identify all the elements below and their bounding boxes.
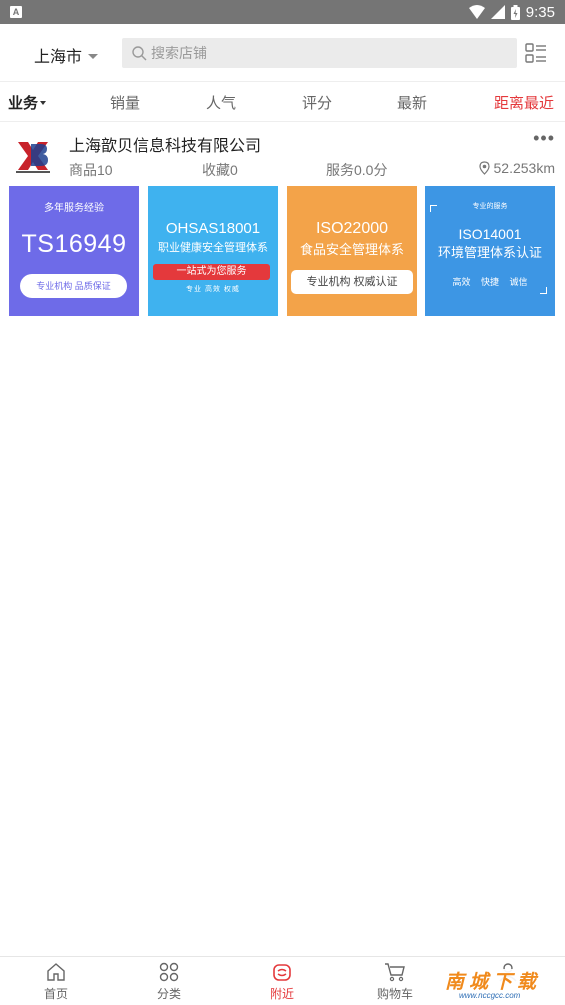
banner-title: TS16949 <box>21 230 127 258</box>
nav-label: 分类 <box>156 987 181 1001</box>
home-icon <box>47 963 65 981</box>
watermark-title: 南城下载 <box>445 972 542 993</box>
status-bar: A 9:35 <box>0 0 565 24</box>
clock: 9:35 <box>525 3 555 21</box>
sort-tab-sales[interactable]: 销量 <box>110 92 140 113</box>
nav-nearby[interactable]: 附近 <box>252 961 312 1002</box>
shop-name[interactable]: 上海歆贝信息科技有限公司 <box>69 132 261 156</box>
wifi-icon <box>468 5 485 19</box>
more-options-icon[interactable]: ••• <box>533 128 555 149</box>
banner-subtitle: 职业健康安全管理体系 <box>158 242 268 254</box>
city-selector[interactable]: 上海市 <box>34 43 99 67</box>
corner-decoration <box>540 287 547 294</box>
search-input[interactable]: 搜索店铺 <box>122 38 517 68</box>
nav-label: 购物车 <box>376 987 413 1001</box>
location-pin-icon <box>478 161 490 175</box>
banner-pill: 专业机构 权威认证 <box>291 270 413 294</box>
banner-keywords: 高效 快捷 诚信 <box>452 277 528 287</box>
favorites-count: 收藏0 <box>202 162 238 178</box>
distance: 52.253km <box>478 160 555 176</box>
shop-card[interactable]: 上海歆贝信息科技有限公司 ••• 商品10 收藏0 服务0.0分 52.253k… <box>0 122 565 322</box>
sort-tab-rating[interactable]: 评分 <box>302 92 332 113</box>
sort-tab-popularity[interactable]: 人气 <box>206 92 236 113</box>
battery-icon <box>510 4 520 20</box>
watermark: 南城下载 www.nccgcc.com <box>443 969 561 1003</box>
cart-icon <box>385 963 405 982</box>
nav-category[interactable]: 分类 <box>139 961 199 1002</box>
banner-title: ISO22000 <box>315 220 389 237</box>
search-icon <box>132 45 147 60</box>
banner-iso22000[interactable]: ISO22000 食品安全管理体系 专业机构 权威认证 <box>287 186 417 316</box>
banner-keywords: 专业 高效 权威 <box>186 286 240 293</box>
banner-tagline: 多年服务经验 <box>44 203 104 214</box>
chevron-down-icon <box>40 100 47 105</box>
banner-ohsas18001[interactable]: OHSAS18001 职业健康安全管理体系 一站式为您服务 专业 高效 权威 <box>148 186 278 316</box>
nav-label: 首页 <box>43 987 68 1001</box>
sort-tab-newest[interactable]: 最新 <box>397 92 427 113</box>
service-score: 服务0.0分 <box>326 162 388 178</box>
nearby-icon <box>273 964 291 981</box>
distance-value: 52.253km <box>493 160 555 176</box>
cell-signal-icon <box>490 5 505 19</box>
banner-iso14001[interactable]: 专业的服务 ISO14001 环境管理体系认证 高效 快捷 诚信 <box>425 186 555 316</box>
list-view-icon[interactable] <box>524 41 548 65</box>
sort-bar: 业务 销量 人气 评分 最新 距离最近 <box>0 82 565 122</box>
city-label: 上海市 <box>34 49 83 66</box>
search-placeholder: 搜索店铺 <box>151 45 207 61</box>
chevron-down-icon <box>88 53 99 59</box>
nav-cart[interactable]: 购物车 <box>365 961 425 1002</box>
banner-subtitle: 食品安全管理体系 <box>299 242 404 257</box>
banner-cta: 一站式为您服务 <box>153 264 270 280</box>
watermark-url: www.nccgcc.com <box>459 991 521 1000</box>
sort-tab-nearest[interactable]: 距离最近 <box>494 92 554 113</box>
app-notification-icon: A <box>10 6 22 18</box>
sort-tab-label: 业务 <box>8 95 39 112</box>
banner-ts16949[interactable]: 多年服务经验 TS16949 专业机构 品质保证 <box>9 186 139 316</box>
banner-tagline: 专业的服务 <box>472 203 508 210</box>
nav-label: 附近 <box>269 987 294 1001</box>
banner-subtitle: 环境管理体系认证 <box>437 245 542 260</box>
banner-pill: 专业机构 品质保证 <box>20 274 127 298</box>
goods-count: 商品10 <box>69 162 113 178</box>
sort-tab-business[interactable]: 业务 <box>8 92 47 113</box>
shop-logo <box>16 142 50 173</box>
banner-title: OHSAS18001 <box>165 220 261 237</box>
header: 上海市 搜索店铺 <box>0 24 565 82</box>
nav-home[interactable]: 首页 <box>26 961 86 1002</box>
category-icon <box>159 962 179 982</box>
banner-title: ISO14001 <box>458 226 522 242</box>
